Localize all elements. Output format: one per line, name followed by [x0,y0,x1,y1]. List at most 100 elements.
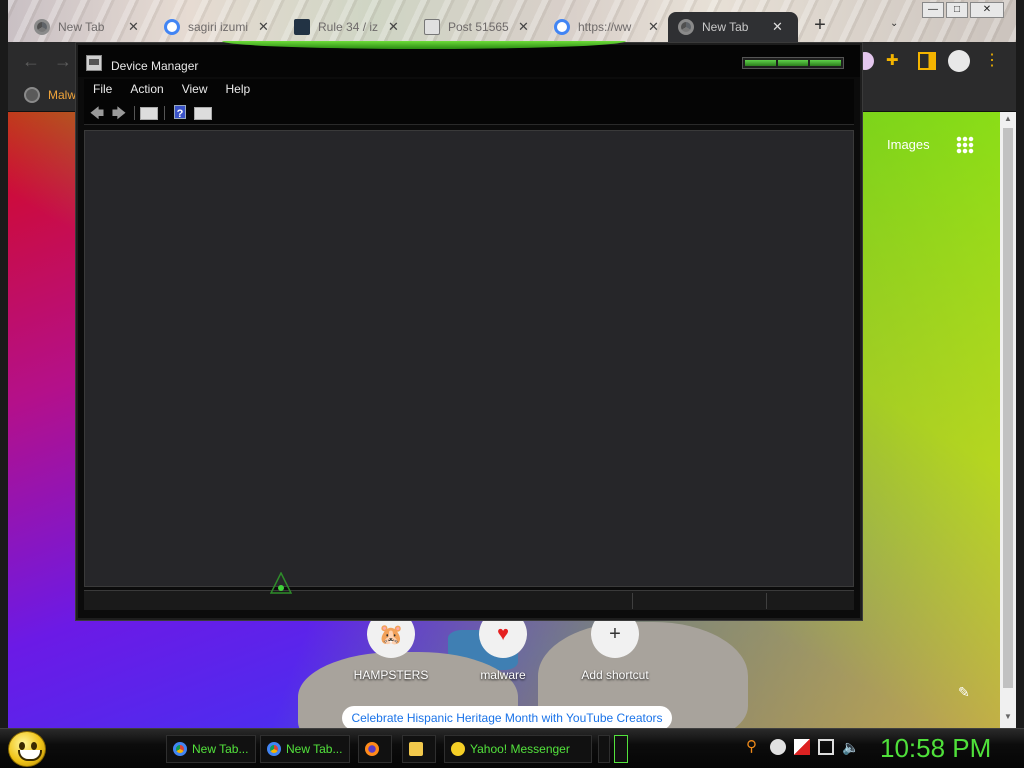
tab-post[interactable]: Post 51565 ✕ [414,12,539,42]
search-icon[interactable]: ⚲ [746,739,762,755]
firefox-icon [365,742,379,756]
taskbar-item-hidden-2[interactable] [614,735,628,763]
status-separator [632,593,633,609]
yahoo-messenger-icon [451,742,465,756]
window-title: Device Manager [111,59,199,73]
bookmark-label: Malw [48,88,77,102]
google-icon [164,19,180,35]
menu-action[interactable]: Action [121,79,172,101]
taskbar-item-explorer[interactable] [402,735,436,763]
profile-avatar-icon[interactable] [948,50,970,72]
folder-icon [409,742,423,756]
tab-title: New Tab [58,20,105,34]
vertical-scrollbar[interactable]: ▲ ▼ [1000,112,1016,728]
shortcut-label: Add shortcut [581,668,649,682]
taskbar-item-new-tab-2[interactable]: New Tab... [260,735,350,763]
minimize-button[interactable]: — [922,2,944,18]
taskbar-item-hidden-1[interactable] [598,735,610,763]
toolbar-separator [134,106,135,120]
device-tree-pane[interactable] [84,130,854,587]
close-icon[interactable]: ✕ [518,19,529,35]
tab-search-chevron-icon[interactable]: ⌄ [890,18,898,29]
close-icon[interactable]: ✕ [648,19,659,35]
forward-arrow-icon[interactable]: 🡆 [110,105,128,121]
system-clock[interactable]: 10:58 PM [880,733,991,764]
tab-sagiri-izumi[interactable]: sagiri izumi ✕ [154,12,279,42]
chrome-icon [173,742,187,756]
status-bar [84,590,854,610]
shortcut-malware[interactable]: ♥ malware [448,610,558,682]
network-icon[interactable] [818,739,834,755]
close-icon[interactable]: ✕ [128,19,139,35]
pencil-icon[interactable]: ✎ [958,684,970,701]
back-arrow-icon[interactable]: ← [22,51,40,72]
status-separator [766,593,767,609]
google-apps-icon[interactable] [956,136,974,154]
shortcut-label: malware [480,668,526,682]
globe-icon [24,87,40,103]
menu-file[interactable]: File [84,79,121,101]
taskbar-item-firefox[interactable] [358,735,392,763]
taskbar-item-label: New Tab... [286,742,343,756]
close-icon[interactable]: ✕ [772,19,783,35]
scroll-up-arrow-icon[interactable]: ▲ [1004,114,1012,123]
scrollbar-thumb[interactable] [1003,128,1013,688]
maximize-button[interactable]: □ [946,2,968,18]
shortcut-hampsters[interactable]: 🐹 HAMPSTERS [336,610,446,682]
kebab-menu-icon[interactable]: ⋮ [984,52,1000,70]
start-button-smiley-icon[interactable] [8,731,46,767]
tab-title: Rule 34 / iz [318,20,379,34]
taskbar-item-label: New Tab... [192,742,249,756]
help-icon[interactable]: ? [174,105,186,120]
images-link[interactable]: Images [887,137,930,152]
action-center-flag-icon[interactable] [794,739,810,755]
scroll-down-arrow-icon[interactable]: ▼ [1004,712,1012,721]
side-panel-icon[interactable] [918,52,936,70]
menu-help[interactable]: Help [217,79,260,101]
tab-title: Post 51565 [448,20,509,34]
chrome-icon [267,742,281,756]
menu-view[interactable]: View [173,79,217,101]
google-icon [554,19,570,35]
new-tab-button[interactable]: + [808,14,832,38]
taskbar-item-yahoo-messenger[interactable]: Yahoo! Messenger [444,735,592,763]
doodle-banner[interactable]: Celebrate Hispanic Heritage Month with Y… [342,706,672,728]
device-manager-window: Device Manager File Action View Help 🡄 🡆… [76,43,862,620]
tab-new-tab-1[interactable]: New Tab ✕ [24,12,149,42]
menu-bar: File Action View Help [84,79,854,101]
tab-url[interactable]: https://ww ✕ [544,12,669,42]
close-icon[interactable]: ✕ [388,19,399,35]
messenger-tray-icon[interactable] [770,739,786,755]
shortcut-add[interactable]: + Add shortcut [560,610,670,682]
close-button[interactable]: ✕ [970,2,1004,18]
back-arrow-icon[interactable]: 🡄 [88,105,106,121]
tab-strip: New Tab ✕ sagiri izumi ✕ Rule 34 / iz ✕ … [8,0,1016,42]
shortcut-label: HAMPSTERS [353,668,429,682]
minimize-button[interactable] [745,60,776,66]
tab-new-tab-active[interactable]: New Tab ✕ [668,12,798,42]
device-manager-icon [86,55,102,71]
page-icon [424,19,440,35]
close-button[interactable] [810,60,842,66]
tab-title: https://ww [578,20,632,34]
taskbar: New Tab... New Tab... Yahoo! Messenger ⚲… [0,728,1024,768]
forward-arrow-icon[interactable]: → [54,51,72,72]
tab-rule34[interactable]: Rule 34 / iz ✕ [284,12,409,42]
chrome-icon [34,19,50,35]
tab-title: New Tab [702,20,749,34]
toolbar-separator [164,106,165,120]
bookmark-malware[interactable]: Malw [24,87,76,103]
tab-title: sagiri izumi [188,20,249,34]
device-manager-titlebar[interactable]: Device Manager [78,45,860,77]
window-buttons [742,57,844,69]
taskbar-item-label: Yahoo! Messenger [470,742,570,756]
volume-icon[interactable]: 🔈 [842,739,859,755]
maximize-button[interactable] [777,60,809,66]
razer-logo-icon [270,572,292,594]
taskbar-item-new-tab-1[interactable]: New Tab... [166,735,256,763]
properties-icon[interactable] [194,107,212,120]
close-icon[interactable]: ✕ [258,19,269,35]
puzzle-icon[interactable]: ✚ [886,52,904,70]
show-hide-console-tree-icon[interactable] [140,107,158,120]
rule34-icon [294,19,310,35]
